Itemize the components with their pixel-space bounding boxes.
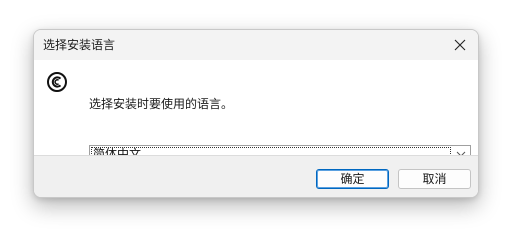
close-icon (454, 39, 466, 51)
dialog-footer: 确定 取消 (34, 155, 478, 197)
cancel-button[interactable]: 取消 (398, 169, 471, 189)
ok-button[interactable]: 确定 (316, 169, 389, 189)
dialog-body: 选择安装时要使用的语言。 简体中文 (34, 60, 478, 162)
prompt-text: 选择安装时要使用的语言。 (89, 97, 234, 111)
close-button[interactable] (446, 31, 474, 59)
window-title: 选择安装语言 (43, 38, 116, 52)
setup-app-icon (46, 71, 68, 93)
language-dialog: 选择安装语言 选择安装时要使用的语言。 简体中文 确定 取消 (33, 29, 479, 198)
title-bar: 选择安装语言 (34, 30, 478, 60)
